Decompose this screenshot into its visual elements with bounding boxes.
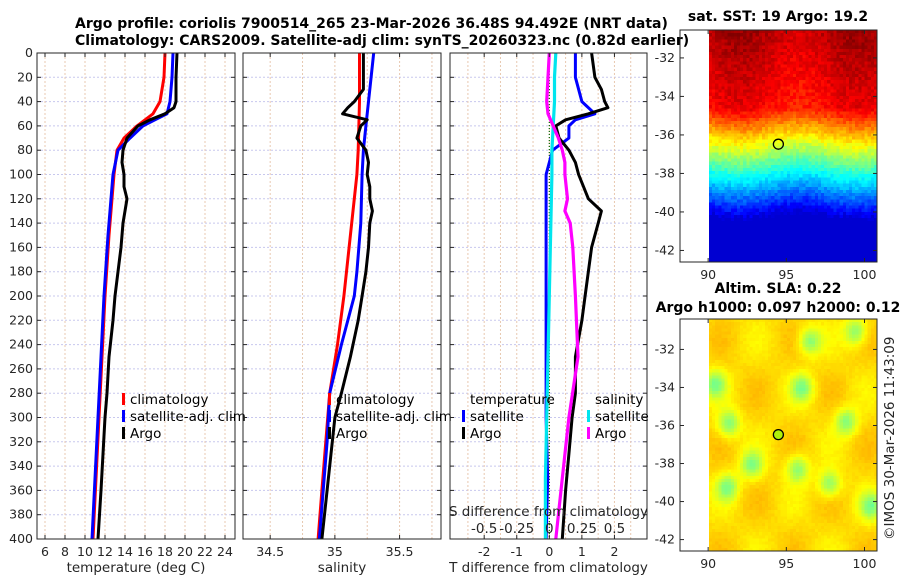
map-frame	[679, 29, 878, 263]
lat-tick-label: -32	[655, 50, 675, 65]
lon-tick-label: 90	[700, 267, 716, 282]
argo-location-marker	[772, 138, 785, 150]
lat-tick-label: -42	[655, 242, 675, 257]
sla-map-axes: 90 95 100 -32 -34 -36 -38 -40 -42	[655, 318, 878, 571]
lon-tick-label: 95	[778, 267, 794, 282]
map-overlay: 90 95 100 -32 -34 -36 -38 -40 -42 90 95 100 -32 -34 -3…	[655, 29, 878, 571]
lat-tick-label: -36	[655, 127, 675, 142]
lon-tick-label: 100	[853, 556, 877, 571]
lat-tick-label: -36	[655, 417, 675, 432]
lon-tick-label: 100	[853, 267, 877, 282]
argo-profile-figure: Argo profile: coriolis 7900514_265 23-Ma…	[0, 0, 900, 580]
lat-tick-label: -38	[655, 165, 675, 180]
sst-map-axes: 90 95 100 -32 -34 -36 -38 -40 -42	[655, 29, 878, 282]
lat-tick-label: -38	[655, 456, 675, 471]
lat-tick-label: -40	[655, 494, 675, 509]
lat-tick-label: -42	[655, 532, 675, 547]
lon-tick-label: 95	[778, 556, 794, 571]
lon-tick-label: 90	[700, 556, 716, 571]
lat-tick-label: -32	[655, 341, 675, 356]
argo-location-marker	[772, 428, 785, 441]
lat-tick-label: -34	[655, 379, 675, 394]
lat-tick-label: -34	[655, 88, 675, 103]
lat-tick-label: -40	[655, 204, 675, 219]
